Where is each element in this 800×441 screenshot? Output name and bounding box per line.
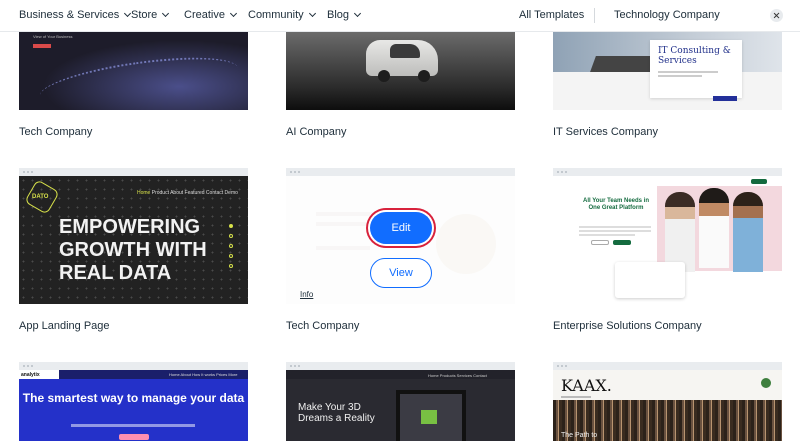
thumb-button	[119, 434, 149, 440]
template-thumbnail[interactable]	[286, 32, 515, 110]
nav-business-services[interactable]: Business & Services	[19, 9, 132, 21]
browser-dots	[286, 168, 515, 176]
thumb-print-head	[421, 410, 437, 424]
thumb-heading: IT Consulting & Services	[658, 46, 731, 66]
thumb-headline: The smartest way to manage your data	[22, 391, 245, 405]
thumb-headline: Make Your 3D Dreams a Reality	[298, 402, 375, 424]
browser-dots	[19, 362, 248, 370]
template-thumbnail[interactable]: analytix Home About How It works Prices …	[19, 370, 248, 441]
thumb-text-line	[658, 71, 718, 73]
thumb-text-box: IT Consulting & Services	[650, 40, 742, 98]
thumb-subtext	[71, 424, 195, 427]
template-title[interactable]: IT Services Company	[553, 126, 658, 138]
thumb-person	[665, 192, 695, 272]
close-icon[interactable]	[770, 9, 783, 22]
thumb-text-line	[579, 226, 651, 228]
template-thumbnail[interactable]: IT Consulting & Services	[553, 32, 782, 110]
thumb-nav: Home Product About Featured Contact Demo	[137, 190, 238, 196]
thumb-caption: The Path to	[561, 432, 598, 439]
chevron-down-icon	[308, 9, 316, 18]
thumb-laptop	[590, 56, 656, 72]
thumb-button	[33, 44, 51, 48]
edit-button[interactable]: Edit	[370, 212, 432, 244]
template-thumbnail[interactable]: DATO Home Product About Featured Contact…	[19, 176, 248, 304]
thumb-nav: Home Products Services Contact	[428, 373, 487, 378]
thumb-subtext	[561, 396, 591, 398]
thumb-headline: All Your Team Needs in One Great Platfor…	[582, 198, 650, 211]
template-thumbnail[interactable]: All Your Team Needs in One Great Platfor…	[553, 176, 782, 304]
chevron-down-icon	[229, 9, 238, 18]
thumb-headline: EMPOWERING GROWTH WITH REAL DATA	[59, 216, 207, 284]
thumb-brand: KAAX.	[561, 376, 612, 395]
thumb-nav: Home About How It works Prices More	[169, 372, 238, 377]
browser-dots	[286, 362, 515, 370]
thumb-brand: analytix	[19, 370, 59, 379]
template-title[interactable]: Enterprise Solutions Company	[553, 320, 702, 332]
thumb-wheel	[418, 70, 430, 82]
template-title[interactable]: App Landing Page	[19, 320, 110, 332]
template-thumbnail[interactable]: KAAX. The Path to	[553, 370, 782, 441]
template-thumbnail[interactable]: Edit View Info	[286, 176, 515, 304]
thumb-badge	[761, 378, 771, 388]
browser-dots	[553, 362, 782, 370]
view-button[interactable]: View	[370, 258, 432, 288]
thumb-person	[699, 188, 729, 268]
nav-divider	[594, 8, 595, 23]
browser-dots	[19, 168, 248, 176]
thumb-text-line	[579, 230, 651, 232]
thumb-ui-card	[615, 262, 685, 298]
chevron-down-icon	[162, 9, 170, 18]
template-title[interactable]: Tech Company	[286, 320, 359, 332]
thumb-logo: DATO	[32, 194, 49, 200]
top-navigation-bar: Business & Services Store Creative Commu…	[0, 0, 800, 32]
nav-creative[interactable]: Creative	[184, 9, 238, 21]
thumb-text-line	[658, 75, 702, 77]
thumb-button	[591, 240, 609, 245]
thumb-button	[613, 240, 631, 245]
thumb-text-line	[579, 234, 635, 236]
template-title[interactable]: Tech Company	[19, 126, 92, 138]
all-templates-link[interactable]: All Templates	[519, 9, 584, 21]
thumb-person	[733, 192, 763, 272]
browser-dots	[553, 168, 782, 176]
thumb-button	[713, 96, 737, 101]
nav-store[interactable]: Store	[131, 9, 170, 21]
thumb-cta-button	[751, 179, 767, 184]
search-query[interactable]: Technology Company	[614, 9, 720, 21]
thumb-text: View of Your Business	[33, 34, 73, 39]
template-title[interactable]: AI Company	[286, 126, 347, 138]
nav-community[interactable]: Community	[248, 9, 316, 21]
thumb-pagination	[229, 224, 233, 274]
info-link[interactable]: Info	[300, 290, 313, 299]
nav-blog[interactable]: Blog	[327, 9, 362, 21]
thumb-wheel	[378, 70, 390, 82]
template-thumbnail[interactable]: View of Your Business	[19, 32, 248, 110]
thumb-car-window	[390, 44, 420, 58]
chevron-down-icon	[353, 9, 362, 18]
template-thumbnail[interactable]: Home Products Services Contact Make Your…	[286, 370, 515, 441]
